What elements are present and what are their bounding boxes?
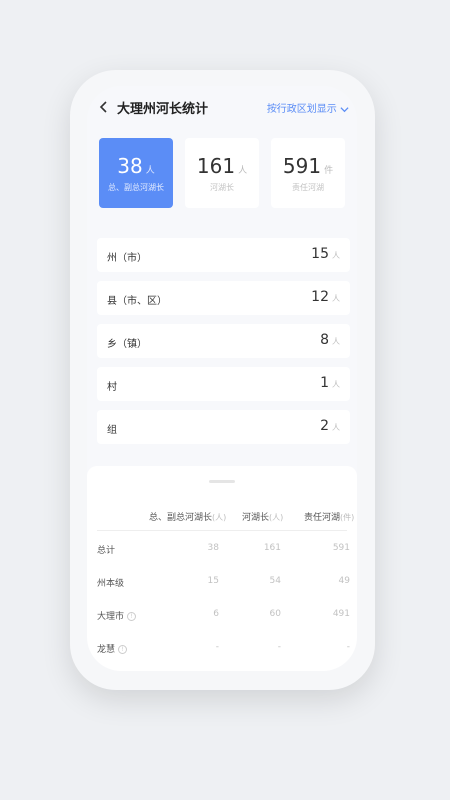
column-header-rivers: 责任河湖(件) [304,513,355,523]
level-unit: 人 [332,251,340,260]
region-display-label: 按行政区划显示 [266,104,337,115]
level-row[interactable]: 村 1人 [97,367,350,401]
level-value: 2 [320,418,329,434]
page-title: 大理州河长统计 [117,102,209,117]
level-row[interactable]: 州（市） 15 人 [97,238,350,272]
cell-chief: 6 [213,609,219,619]
row-name: 龙慧 [97,645,116,655]
level-label: 组 [107,425,117,436]
cell-chief: - [215,642,219,652]
cell-river-chief: 60 [269,609,281,619]
cell-river-chief: 54 [269,576,281,586]
cell-rivers: 491 [332,609,350,619]
table-row[interactable]: 总计 38 161 591 [87,543,357,563]
level-row[interactable]: 组 2人 [97,410,350,444]
info-icon[interactable]: ! [127,612,137,621]
row-name: 州本级 [97,579,125,589]
level-unit: 人 [332,337,340,346]
level-row[interactable]: 县（市、区） 12 人 [97,281,350,315]
stat-card-chief[interactable]: 38 人 总、副总河湖长 [99,138,173,208]
level-unit: 人 [332,294,340,303]
stat-value: 591 [282,154,322,178]
level-label: 乡（镇） [107,339,147,350]
cell-rivers: 49 [338,576,350,586]
header: 大理州河长统计 按行政区划显示 [87,86,357,126]
stat-value: 161 [196,154,236,178]
stat-unit: 人 [145,166,155,176]
cell-rivers: - [346,642,350,652]
cell-chief: 38 [207,543,219,553]
cell-river-chief: - [277,642,281,652]
column-header-chief: 总、副总河湖长(人) [149,513,227,523]
column-header-river-chief: 河湖长(人) [242,513,284,523]
level-value: 1 [320,375,329,391]
stat-unit: 件 [324,166,334,176]
bottom-sheet: 总、副总河湖长(人) 河湖长(人) 责任河湖(件) 总计 38 161 591 … [87,466,357,671]
level-value: 12 [311,289,329,305]
table-row[interactable]: 州本级 15 54 49 [87,576,357,596]
level-unit: 人 [332,380,340,389]
drag-handle[interactable] [209,480,235,483]
table-row[interactable]: 大理市! 6 60 491 [87,609,357,629]
chevron-down-icon [340,106,349,112]
stat-label: 责任河湖 [292,183,324,192]
level-label: 村 [107,382,117,393]
row-name: 大理市 [97,612,125,622]
stat-card-rivers[interactable]: 591 件 责任河湖 [271,138,345,208]
level-unit: 人 [332,423,340,432]
level-value: 8 [320,332,329,348]
app-screen: 大理州河长统计 按行政区划显示 38 人 总、副总河湖长 161 人 河湖长 591… [87,86,357,671]
stat-label: 河湖长 [210,183,234,192]
region-display-toggle[interactable]: 按行政区划显示 [267,100,349,115]
level-value: 15 [311,246,329,262]
info-icon[interactable]: ! [118,645,128,654]
row-name: 总计 [97,546,116,556]
stat-card-river-chief[interactable]: 161 人 河湖长 [185,138,259,208]
level-label: 州（市） [107,253,147,264]
stat-unit: 人 [238,166,248,176]
level-row[interactable]: 乡（镇） 8人 [97,324,350,358]
back-arrow-icon[interactable] [97,99,111,113]
table-row[interactable]: 龙慧! - - - [87,642,357,662]
level-label: 县（市、区） [107,296,167,307]
stat-label: 总、副总河湖长 [108,183,164,192]
cell-chief: 15 [207,576,219,586]
cell-rivers: 591 [332,543,350,553]
cell-river-chief: 161 [263,543,281,553]
stat-value: 38 [117,154,143,178]
divider [97,530,347,531]
